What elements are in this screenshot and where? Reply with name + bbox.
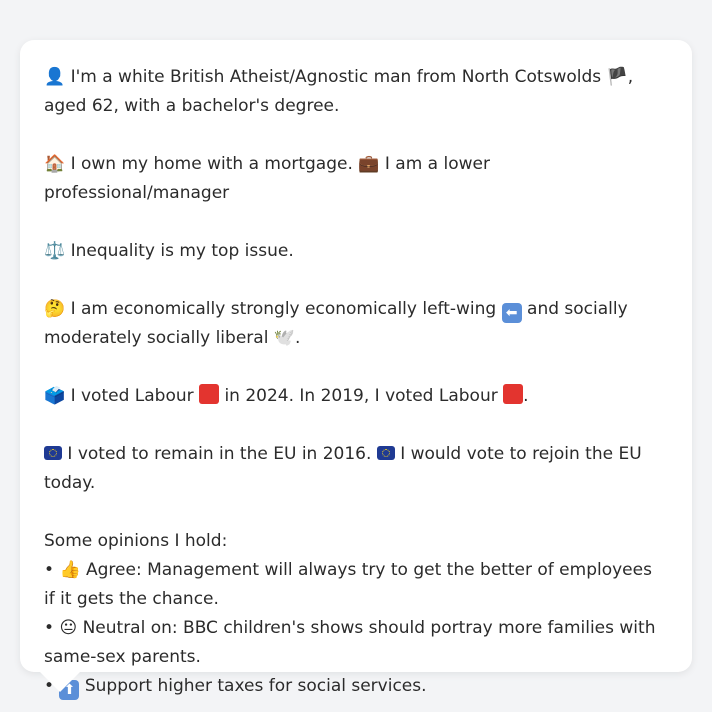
- speech-bubble-tail: [40, 672, 80, 692]
- eu-flag-icon: [44, 446, 62, 460]
- thumbs-up-icon: 👍: [59, 560, 81, 580]
- bullet: •: [44, 560, 55, 580]
- ideology-paragraph: 🤔 I am economically strongly economicall…: [44, 295, 668, 353]
- issue-paragraph: ⚖️ Inequality is my top issue.: [44, 237, 668, 266]
- votes-text-c: .: [523, 386, 529, 406]
- house-icon: 🏠: [44, 154, 66, 174]
- opinion-item: • 😐 Neutral on: BBC children's shows sho…: [44, 614, 668, 672]
- opinion-text: Agree: Management will always try to get…: [44, 560, 652, 609]
- ballot-box-icon: 🗳️: [44, 386, 66, 406]
- votes-text-b: in 2024. In 2019, I voted Labour: [224, 386, 498, 406]
- ideology-text-c: .: [295, 328, 301, 348]
- intro-paragraph: 👤 I'm a white British Atheist/Agnostic m…: [44, 63, 668, 121]
- england-flag-icon: 🏴: [606, 67, 628, 87]
- opinion-text: Support higher taxes for social services…: [84, 676, 427, 696]
- thinking-face-icon: 🤔: [44, 299, 66, 319]
- briefcase-icon: 💼: [358, 154, 380, 174]
- dove-icon: 🕊️: [273, 328, 295, 348]
- neutral-face-icon: 😐: [59, 618, 78, 638]
- eu-paragraph: I voted to remain in the EU in 2016. I w…: [44, 440, 668, 498]
- ideology-text-a: I am economically strongly economically …: [70, 299, 497, 319]
- opinion-item: • 👍 Agree: Management will always try to…: [44, 556, 668, 614]
- opinion-text: Neutral on: BBC children's shows should …: [44, 618, 656, 667]
- opinion-item: • ⬆ Support higher taxes for social serv…: [44, 672, 668, 701]
- left-arrow-icon: ⬅: [501, 303, 522, 323]
- intro-text-a: I'm a white British Atheist/Agnostic man…: [70, 67, 602, 87]
- issue-text: Inequality is my top issue.: [70, 241, 294, 261]
- home-paragraph: 🏠 I own my home with a mortgage. 💼 I am …: [44, 150, 668, 208]
- eu-text-a: I voted to remain in the EU in 2016.: [67, 444, 372, 464]
- person-silhouette-icon: 👤: [44, 67, 66, 87]
- scales-icon: ⚖️: [44, 241, 66, 261]
- bullet: •: [44, 618, 55, 638]
- opinions-heading: Some opinions I hold:: [44, 531, 228, 551]
- votes-text-a: I voted Labour: [70, 386, 194, 406]
- profile-card: 👤 I'm a white British Atheist/Agnostic m…: [20, 40, 692, 700]
- eu-flag-icon: [376, 446, 395, 460]
- labour-red-square-icon: [199, 384, 220, 404]
- votes-paragraph: 🗳️ I voted Labour in 2024. In 2019, I vo…: [44, 382, 668, 411]
- home-text-a: I own my home with a mortgage.: [70, 154, 353, 174]
- labour-red-square-icon: [503, 384, 524, 404]
